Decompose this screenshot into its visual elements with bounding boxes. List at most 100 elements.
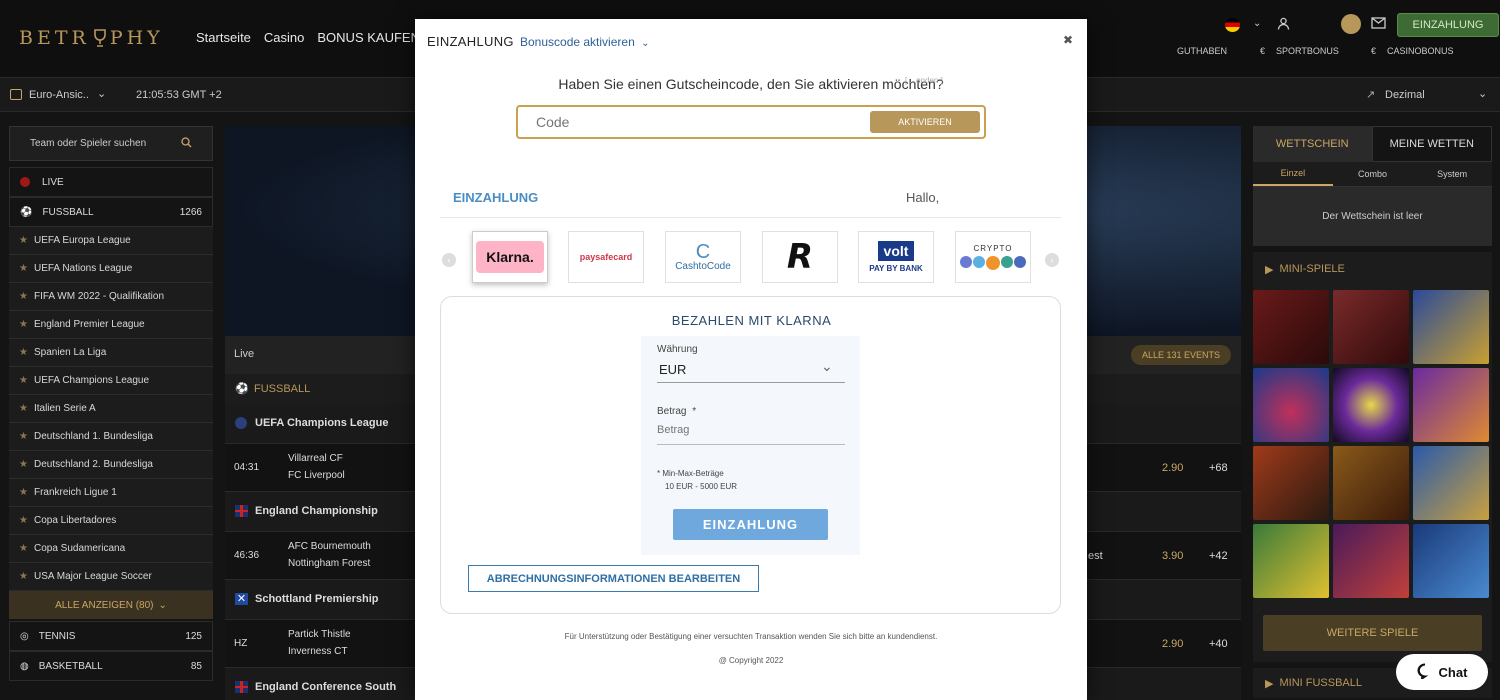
more-markets[interactable]: +42 [1209,550,1228,562]
game-tile[interactable] [1333,446,1409,520]
tab-wettschein[interactable]: WETTSCHEIN [1253,126,1372,162]
sidebar-league-item[interactable]: ★ Copa Sudamericana [9,535,213,563]
volt-subtitle: PAY BY BANK [869,264,923,273]
sidebar-league-item[interactable]: ★ Copa Libertadores [9,507,213,535]
subtab-einzel[interactable]: Einzel [1253,162,1333,186]
star-icon[interactable]: ★ [19,543,28,554]
star-icon[interactable]: ★ [19,403,28,414]
more-markets[interactable]: +40 [1209,638,1228,650]
betrophy-logo[interactable]: BETR PHY [19,27,164,49]
user-icon[interactable] [1277,17,1290,32]
chevron-down-icon[interactable]: ⌄ [1253,18,1261,29]
sidebar-league-item[interactable]: ★ USA Major League Soccer [9,563,213,591]
all-events-button[interactable]: ALLE 131 EVENTS [1131,345,1231,365]
game-tile[interactable] [1253,446,1329,520]
odd-button[interactable]: 2.90 [1162,462,1183,474]
star-icon[interactable]: ★ [19,431,28,442]
mail-icon[interactable] [1371,17,1386,31]
subtab-system[interactable]: System [1412,162,1492,186]
chevron-down-icon[interactable]: ⌄ [1478,87,1487,100]
payment-method-paysafecard[interactable]: paysafecard [568,231,644,283]
odd-button[interactable]: 2.90 [1162,638,1183,650]
amount-input[interactable] [657,424,845,436]
more-games-button[interactable]: WEITERE SPIELE [1263,615,1482,651]
star-icon[interactable]: ★ [19,319,28,330]
game-tile[interactable] [1253,524,1329,598]
paysafecard-logo: paysafecard [579,252,633,262]
live-dot-icon [20,177,30,187]
payment-method-cashtocode[interactable]: C CashtoCode [665,231,741,283]
star-icon[interactable]: ★ [19,347,28,358]
payment-method-volt[interactable]: volt PAY BY BANK [858,231,934,283]
sidebar-league-item[interactable]: ★ UEFA Europa League [9,227,213,255]
game-tile[interactable] [1333,524,1409,598]
star-icon[interactable]: ★ [19,571,28,582]
star-icon[interactable]: ★ [19,375,28,386]
league-label: England Premier League [33,319,145,330]
nav-casino[interactable]: Casino [264,30,304,45]
chevron-down-icon[interactable]: ⌄ [97,87,106,100]
game-tile[interactable] [1333,368,1409,442]
game-tile[interactable] [1333,290,1409,364]
chevron-right-icon[interactable]: › [1045,253,1059,267]
star-icon[interactable]: ★ [19,235,28,246]
show-all-leagues-button[interactable]: ALLE ANZEIGEN (80) ⌄ [9,591,213,619]
payment-method-revolut[interactable]: R [762,231,838,283]
game-tile[interactable] [1253,368,1329,442]
tab-meine-wetten[interactable]: MEINE WETTEN [1371,126,1492,162]
league-label: UEFA Nations League [33,263,133,274]
game-tile[interactable] [1413,446,1489,520]
game-tile[interactable] [1253,290,1329,364]
sidebar-item-basketball[interactable]: ◍ BASKETBALL 85 [9,651,213,681]
language-flag-icon[interactable] [1225,18,1240,32]
odds-format-select[interactable]: Dezimal [1385,89,1425,101]
sidebar-item-tennis[interactable]: ◎ TENNIS 125 [9,621,213,651]
game-tile[interactable] [1413,290,1489,364]
game-tile[interactable] [1413,368,1489,442]
minigames-title: MINI-SPIELE [1279,263,1345,275]
voucher-code-input[interactable] [536,114,836,130]
odds-view-icon [10,89,22,100]
sidebar-league-item[interactable]: ★ Deutschland 1. Bundesliga [9,423,213,451]
search-icon[interactable] [181,136,192,151]
sidebar-item-live[interactable]: LIVE [9,167,213,197]
sidebar-item-fussball[interactable]: ⚽ FUSSBALL 1266 [9,197,213,227]
deposit-modal: EINZAHLUNG Bonuscode aktivieren ⌄ ✖ Habe… [415,19,1087,700]
sidebar-league-item[interactable]: ★ England Premier League [9,311,213,339]
sidebar-league-item[interactable]: ★ UEFA Nations League [9,255,213,283]
payment-method-klarna[interactable]: Klarna. [472,231,548,283]
nav-startseite[interactable]: Startseite [196,30,251,45]
star-icon[interactable]: ★ [19,263,28,274]
payment-method-crypto[interactable]: CRYPTO [955,231,1031,283]
pay-button[interactable]: EINZAHLUNG [673,509,828,540]
activate-button[interactable]: AKTIVIEREN [870,111,980,133]
chat-button[interactable]: Chat [1396,654,1488,690]
subtab-combo[interactable]: Combo [1333,162,1413,186]
sidebar-league-item[interactable]: ★ Italien Serie A [9,395,213,423]
header-deposit-button[interactable]: EINZAHLUNG [1397,13,1499,37]
odd-button[interactable]: 3.90 [1162,550,1183,562]
sidebar-league-item[interactable]: ★ UEFA Champions League [9,367,213,395]
play-icon: ▶ [1265,677,1274,690]
close-icon[interactable]: ✖ [1063,33,1073,47]
more-markets[interactable]: +68 [1209,462,1228,474]
odds-view-select[interactable]: Euro-Ansic.. [29,89,89,101]
sidebar-league-item[interactable]: ★ Frankreich Ligue 1 [9,479,213,507]
nav-bonus-kaufen[interactable]: BONUS KAUFEN [317,30,420,45]
chevron-down-icon[interactable]: ⌄ [821,358,833,375]
notification-button[interactable] [1341,14,1361,34]
star-icon[interactable]: ★ [19,515,28,526]
star-icon[interactable]: ★ [19,291,28,302]
sidebar-item-label: LIVE [42,176,64,188]
chevron-left-icon[interactable]: ‹ [442,253,456,267]
bonuscode-dropdown[interactable]: Bonuscode aktivieren ⌄ [520,35,649,49]
sidebar-league-item[interactable]: ★ Deutschland 2. Bundesliga [9,451,213,479]
team-search-input[interactable]: Team oder Spieler suchen [9,126,213,161]
sidebar-league-item[interactable]: ★ Spanien La Liga [9,339,213,367]
game-tile[interactable] [1413,524,1489,598]
currency-select[interactable]: EUR [659,362,686,377]
sidebar-league-item[interactable]: ★ FIFA WM 2022 - Qualifikation [9,283,213,311]
star-icon[interactable]: ★ [19,487,28,498]
star-icon[interactable]: ★ [19,459,28,470]
edit-billing-button[interactable]: ABRECHNUNGSINFORMATIONEN BEARBEITEN [468,565,759,592]
